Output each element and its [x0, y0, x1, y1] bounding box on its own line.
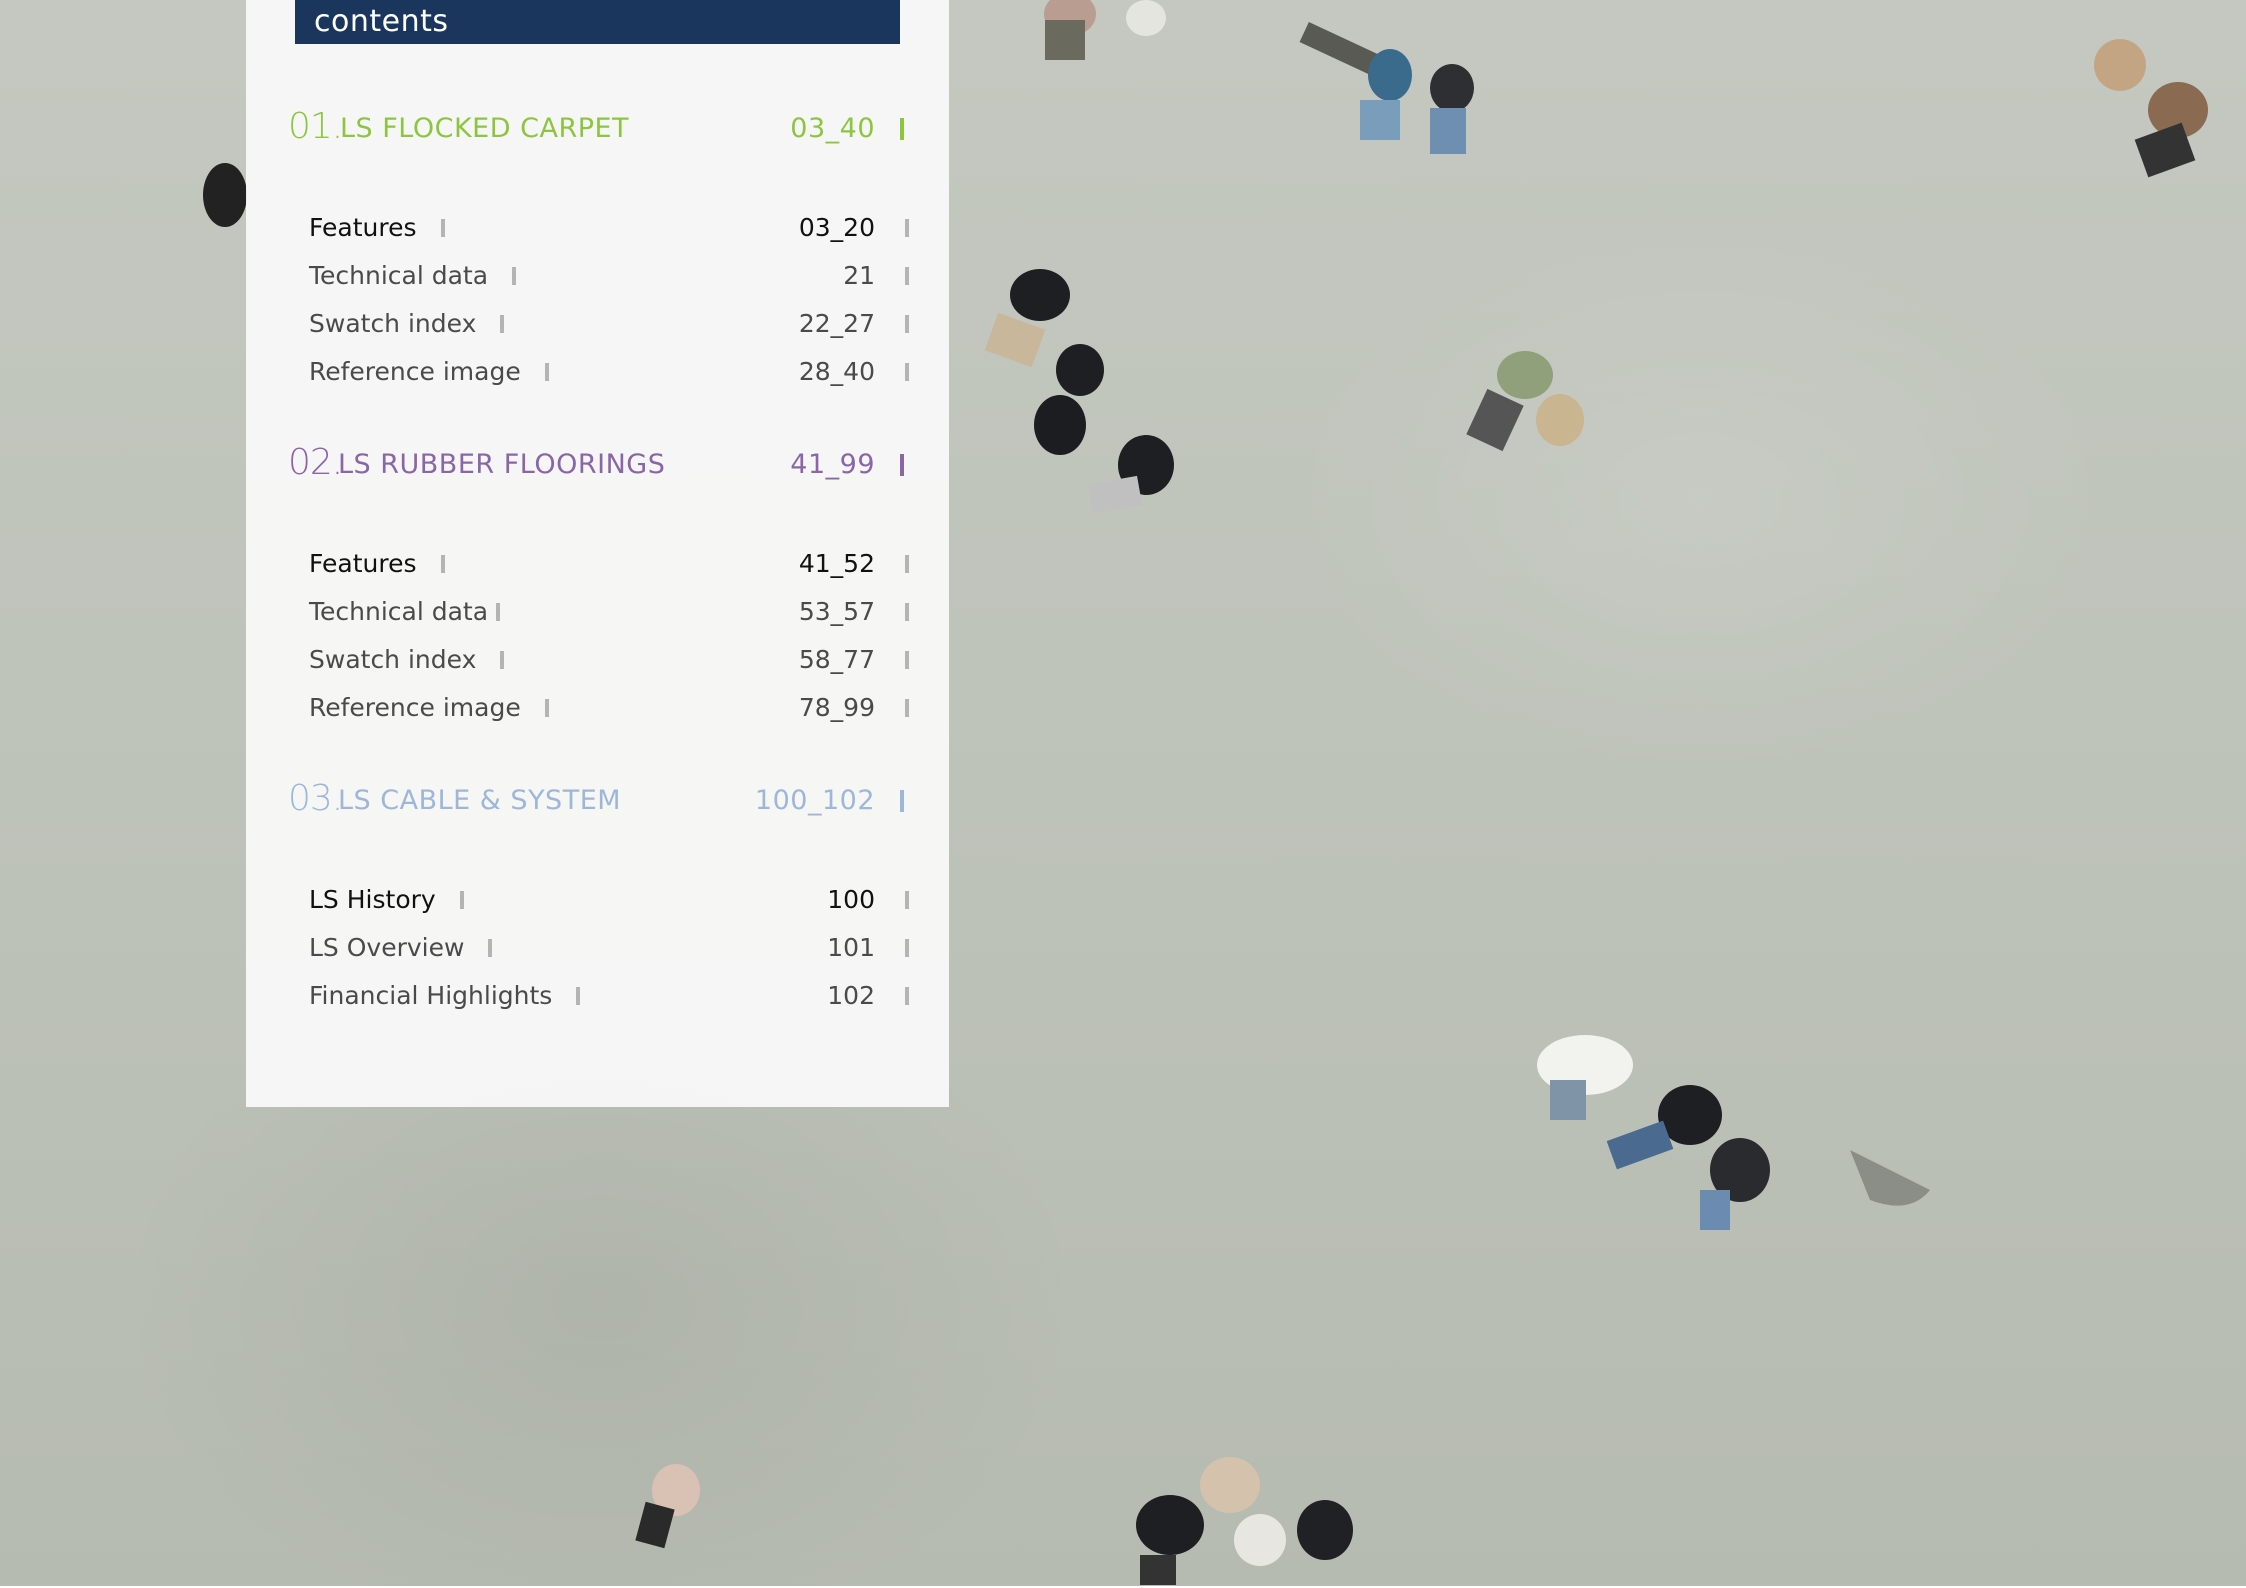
toc-item-pages: 41_52 [798, 549, 875, 578]
toc-item-pages: 58_77 [798, 645, 875, 674]
toc-item-label: Swatch index [309, 309, 477, 338]
toc-item-pages: 22_27 [798, 309, 875, 338]
separator [905, 987, 909, 1005]
toc-item-pages: 28_40 [798, 357, 875, 386]
separator [512, 267, 517, 285]
separator [576, 987, 581, 1005]
section-pages: 03_40 [790, 113, 875, 144]
section-title: LS FLOCKED CARPET [340, 113, 630, 144]
section-01-heading[interactable]: 01. LS FLOCKED CARPET 03_40 [288, 105, 913, 155]
section-number: 01. [288, 106, 343, 147]
toc-item-label: Technical data [309, 261, 489, 290]
toc-item-pages: 101 [827, 933, 875, 962]
toc-item[interactable]: Features 41_52 [309, 543, 909, 583]
section-marker [900, 790, 904, 812]
section-title: LS CABLE & SYSTEM [338, 785, 622, 816]
toc-item-pages: 03_20 [798, 213, 875, 242]
toc-item[interactable]: LS History 100 [309, 879, 909, 919]
separator [905, 651, 909, 669]
toc-item[interactable]: Swatch index 58_77 [309, 639, 909, 679]
separator [500, 315, 505, 333]
section-number: 03. [288, 778, 343, 819]
separator [440, 555, 445, 573]
contents-header: contents [295, 0, 900, 44]
separator [905, 891, 909, 909]
separator [488, 939, 493, 957]
toc-item[interactable]: Reference image 78_99 [309, 687, 909, 727]
toc-item-label: Features [309, 549, 417, 578]
contents-title: contents [314, 4, 449, 39]
separator [905, 267, 909, 285]
toc-item[interactable]: Financial Highlights 102 [309, 975, 909, 1015]
toc-item-label: Technical data [309, 597, 489, 626]
toc-item[interactable]: Features 03_20 [309, 207, 909, 247]
separator [500, 651, 505, 669]
separator [496, 603, 501, 621]
toc-item-pages: 21 [843, 261, 875, 290]
section-pages: 41_99 [790, 449, 875, 480]
section-title: LS RUBBER FLOORINGS [338, 449, 666, 480]
separator [459, 891, 464, 909]
toc-item[interactable]: LS Overview 101 [309, 927, 909, 967]
toc-item[interactable]: Technical data 53_57 [309, 591, 909, 631]
section-02-heading[interactable]: 02. LS RUBBER FLOORINGS 41_99 [288, 441, 913, 491]
toc-item-label: Reference image [309, 693, 521, 722]
separator [905, 939, 909, 957]
section-marker [900, 454, 904, 476]
toc-item-label: Financial Highlights [309, 981, 553, 1010]
toc-item-label: LS Overview [309, 933, 465, 962]
section-marker [900, 118, 904, 140]
toc-item-label: Swatch index [309, 645, 477, 674]
toc-item-label: Features [309, 213, 417, 242]
separator [544, 699, 549, 717]
toc-item[interactable]: Reference image 28_40 [309, 351, 909, 391]
separator [905, 555, 909, 573]
separator [905, 219, 909, 237]
toc-item-label: LS History [309, 885, 436, 914]
separator [905, 603, 909, 621]
toc-item-label: Reference image [309, 357, 521, 386]
toc-item-pages: 100 [827, 885, 875, 914]
toc-item[interactable]: Swatch index 22_27 [309, 303, 909, 343]
separator [544, 363, 549, 381]
toc-item-pages: 53_57 [798, 597, 875, 626]
section-pages: 100_102 [754, 785, 875, 816]
section-03-heading[interactable]: 03. LS CABLE & SYSTEM 100_102 [288, 777, 913, 827]
separator [905, 363, 909, 381]
separator [905, 699, 909, 717]
toc-item-pages: 78_99 [798, 693, 875, 722]
separator [440, 219, 445, 237]
separator [905, 315, 909, 333]
section-number: 02. [288, 442, 343, 483]
toc-item[interactable]: Technical data 21 [309, 255, 909, 295]
toc-item-pages: 102 [827, 981, 875, 1010]
